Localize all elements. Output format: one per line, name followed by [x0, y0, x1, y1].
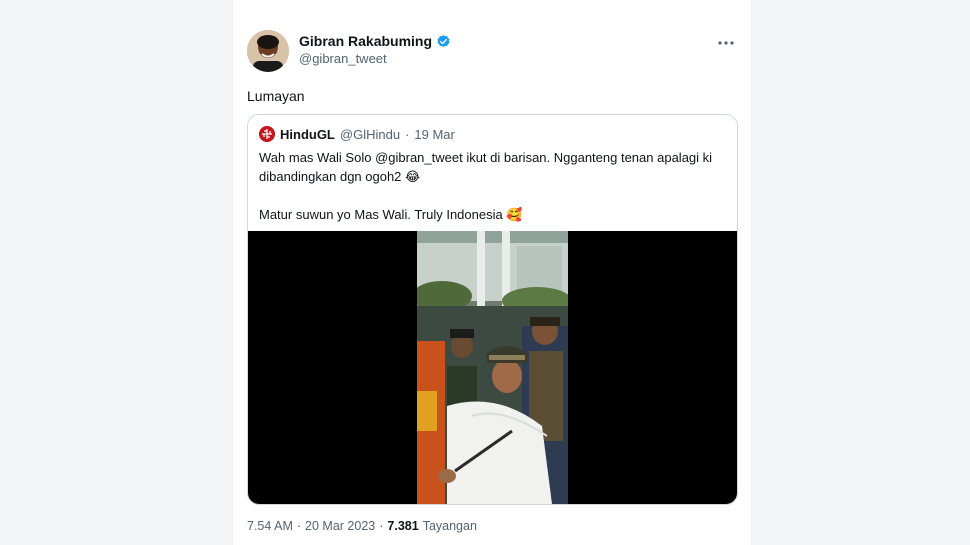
tweet-text: Lumayan	[247, 88, 305, 104]
author-avatar[interactable]	[247, 30, 289, 72]
quote-author-handle[interactable]: @GlHindu	[340, 127, 400, 142]
author-handle[interactable]: @gibran_tweet	[299, 51, 387, 66]
smiling-hearts-emoji-icon: 🥰	[506, 207, 523, 222]
quote-author-name[interactable]: HinduGL	[280, 127, 335, 142]
video-frame	[417, 231, 568, 504]
tweet-time[interactable]: 7.54 AM	[247, 519, 293, 533]
quote-header: HinduGL @GlHindu · 19 Mar	[259, 126, 455, 142]
footer-separator-2: ·	[379, 519, 384, 533]
quote-line-3-row: Matur suwun yo Mas Wali. Truly Indonesia…	[259, 205, 727, 224]
footer-separator-1: ·	[296, 519, 302, 533]
tweet-card: Gibran Rakabuming @gibran_tweet Lumayan	[232, 0, 752, 545]
tweet-date[interactable]: 20 Mar 2023	[305, 519, 375, 533]
more-options-button[interactable]	[715, 32, 737, 50]
quote-line-2: dibandingkan dgn ogoh2	[259, 169, 402, 184]
quote-line-1: Wah mas Wali Solo @gibran_tweet ikut di …	[259, 150, 713, 165]
quote-separator: ·	[405, 126, 410, 142]
background-left	[0, 0, 232, 545]
more-horizontal-icon	[718, 32, 734, 50]
quote-text: Wah mas Wali Solo @gibran_tweet ikut di …	[259, 148, 727, 224]
quote-video-player[interactable]	[248, 231, 737, 504]
views-label: Tayangan	[422, 519, 477, 533]
quote-date[interactable]: 19 Mar	[414, 127, 454, 142]
quote-line-3: Matur suwun yo Mas Wali. Truly Indonesia	[259, 207, 503, 222]
laughing-emoji-icon: 😂	[405, 169, 421, 184]
author-name[interactable]: Gibran Rakabuming	[299, 33, 432, 49]
quote-line-2-row: dibandingkan dgn ogoh2 😂	[259, 167, 727, 186]
quote-author-avatar[interactable]	[259, 126, 275, 142]
tweet-footer: 7.54 AM · 20 Mar 2023 · 7.381 Tayangan	[247, 519, 477, 533]
verified-badge-icon	[436, 34, 451, 49]
quoted-tweet-card[interactable]: HinduGL @GlHindu · 19 Mar Wah mas Wali S…	[247, 114, 738, 505]
views-count: 7.381	[387, 519, 419, 533]
background-right	[752, 0, 970, 545]
author-name-row: Gibran Rakabuming	[299, 33, 451, 49]
